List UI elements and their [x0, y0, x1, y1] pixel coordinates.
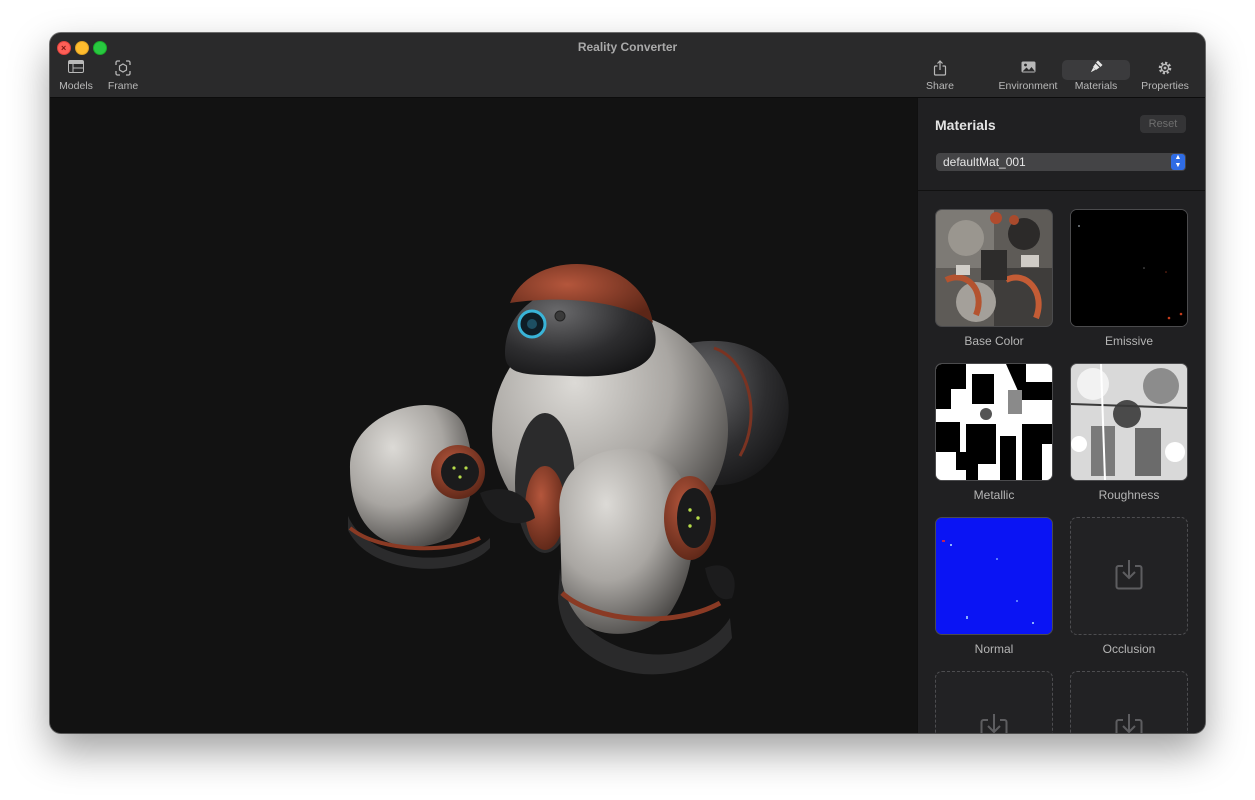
material-select[interactable]: defaultMat_001 ▲ ▼	[936, 153, 1186, 171]
base-color-thumbnail[interactable]	[935, 209, 1053, 327]
download-icon	[1115, 560, 1143, 590]
environment-button[interactable]: Environment	[995, 60, 1061, 92]
texture-slot-metallic[interactable]: Metallic	[935, 363, 1053, 502]
texture-slot-emissive[interactable]: Emissive	[1070, 209, 1188, 348]
properties-button[interactable]: Properties	[1137, 60, 1193, 92]
metallic-label: Metallic	[973, 488, 1015, 502]
download-icon	[1115, 714, 1143, 733]
share-label: Share	[925, 80, 955, 92]
normal-label: Normal	[974, 642, 1014, 656]
base-color-label: Base Color	[964, 334, 1024, 348]
texture-drop-zone[interactable]	[935, 671, 1053, 733]
materials-title: Materials	[935, 117, 996, 133]
chevron-up-down-icon: ▲ ▼	[1171, 154, 1185, 170]
texture-slot-empty[interactable]	[935, 671, 1053, 733]
reset-button[interactable]: Reset	[1140, 115, 1186, 133]
material-select-value: defaultMat_001	[943, 155, 1026, 169]
roughness-thumbnail[interactable]	[1070, 363, 1188, 481]
texture-slot-base-color[interactable]: Base Color	[935, 209, 1053, 348]
share-icon	[921, 60, 959, 80]
frame-icon	[102, 60, 144, 80]
models-label: Models	[59, 80, 93, 92]
texture-slot-normal[interactable]: Normal	[935, 517, 1053, 656]
app-window: × Reality Converter Models Frame Share E…	[50, 33, 1205, 733]
texture-slot-occlusion[interactable]: Occlusion	[1070, 517, 1188, 656]
emissive-thumbnail[interactable]	[1070, 209, 1188, 327]
occlusion-drop-zone[interactable]	[1070, 517, 1188, 635]
emissive-label: Emissive	[1104, 334, 1153, 348]
window-title: Reality Converter	[577, 40, 678, 54]
properties-label: Properties	[1141, 80, 1189, 92]
materials-icon	[1062, 60, 1130, 80]
materials-label: Materials	[1074, 80, 1118, 92]
metallic-thumbnail[interactable]	[935, 363, 1053, 481]
properties-icon	[1137, 60, 1193, 80]
frame-label: Frame	[107, 80, 139, 92]
texture-slot-empty[interactable]	[1070, 671, 1188, 733]
materials-button[interactable]: Materials	[1062, 60, 1130, 92]
occlusion-label: Occlusion	[1102, 642, 1156, 656]
models-button[interactable]: Models	[54, 60, 98, 92]
models-icon	[54, 60, 98, 80]
normal-thumbnail[interactable]	[935, 517, 1053, 635]
frame-button[interactable]: Frame	[102, 60, 144, 92]
texture-drop-zone[interactable]	[1070, 671, 1188, 733]
title-bar: × Reality Converter Models Frame Share E…	[50, 33, 1205, 98]
environment-label: Environment	[998, 80, 1058, 92]
3d-viewport[interactable]	[50, 98, 917, 733]
share-button[interactable]: Share	[921, 60, 959, 92]
environment-icon	[995, 60, 1061, 80]
materials-inspector: Materials Reset defaultMat_001 ▲ ▼ Base …	[917, 98, 1205, 733]
download-icon	[980, 714, 1008, 733]
texture-slot-roughness[interactable]: Roughness	[1070, 363, 1188, 502]
divider	[918, 190, 1205, 191]
roughness-label: Roughness	[1098, 488, 1160, 502]
robot-model[interactable]	[50, 98, 917, 733]
